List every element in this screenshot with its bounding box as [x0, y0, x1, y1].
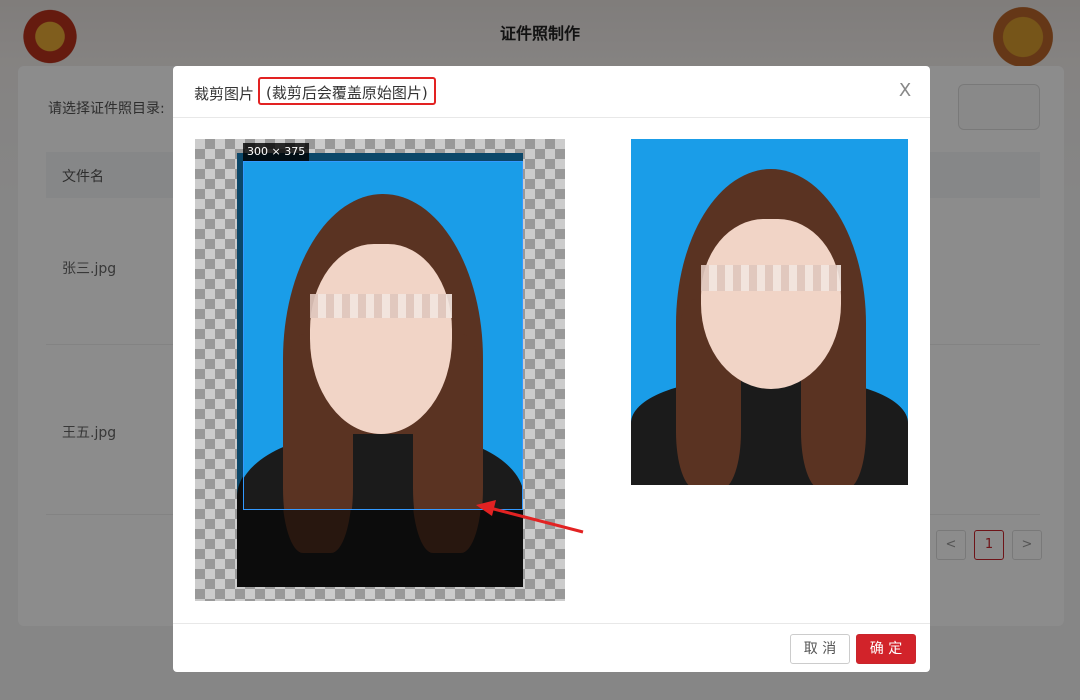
red-arrow-annotation: [476, 500, 584, 534]
arrow-shaft: [489, 506, 584, 534]
arrow-head: [476, 500, 496, 516]
